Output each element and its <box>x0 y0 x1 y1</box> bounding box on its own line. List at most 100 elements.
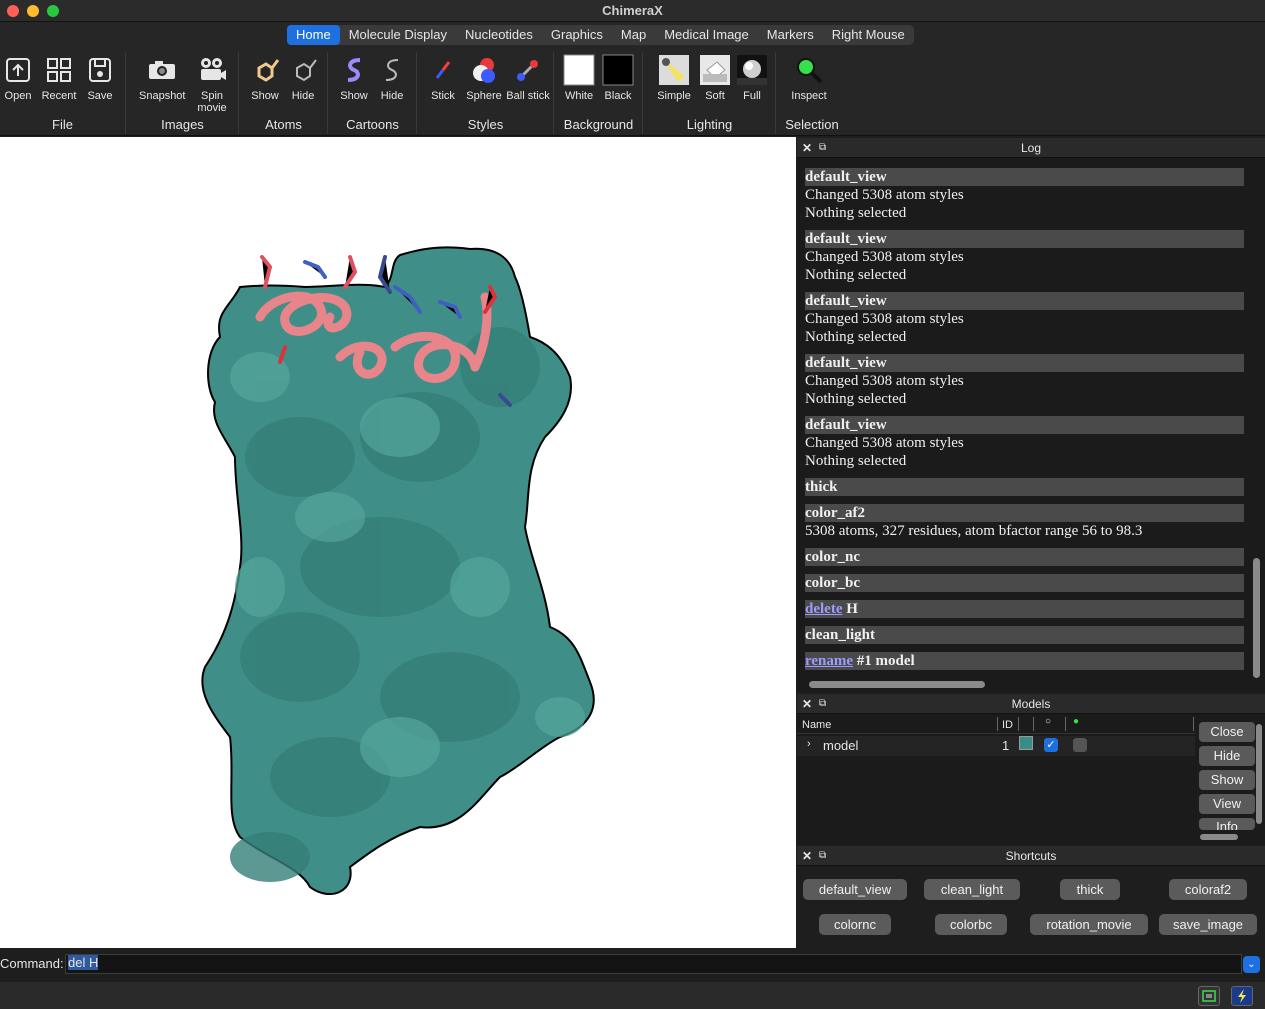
stick-button[interactable]: Stick <box>421 54 465 102</box>
model-select-checkbox[interactable] <box>1073 738 1087 752</box>
shortcut-thick-button[interactable]: thick <box>1060 879 1120 900</box>
open-label: Open <box>4 90 32 102</box>
simple-lighting-button[interactable]: Simple <box>652 54 696 102</box>
shortcuts-panel-header: ✕ ⧉ Shortcuts <box>797 846 1265 866</box>
save-button[interactable]: Save <box>78 54 122 102</box>
log-output-line: Changed 5308 atom styles <box>805 187 964 203</box>
tab-molecule-display[interactable]: Molecule Display <box>340 25 456 45</box>
file-group-label: File <box>52 117 73 132</box>
models-horizontal-scrollbar[interactable] <box>1200 834 1238 840</box>
info-model-button[interactable]: Info <box>1199 818 1255 830</box>
log-command: default_view <box>805 416 1244 434</box>
undock-icon[interactable]: ⧉ <box>819 846 826 866</box>
log-entry: default_view Changed 5308 atom styles Noth… <box>805 292 1244 346</box>
hide-model-button[interactable]: Hide <box>1199 746 1255 766</box>
chevron-right-icon[interactable]: › <box>807 738 811 750</box>
shortcut-coloraf2-button[interactable]: coloraf2 <box>1169 879 1247 900</box>
tab-right-mouse[interactable]: Right Mouse <box>823 25 914 45</box>
log-output-line: Changed 5308 atom styles <box>805 373 964 389</box>
models-panel: Name ID ○ ● › model 1 ✓ Close Hide Show … <box>797 714 1265 845</box>
full-lighting-button[interactable]: Full <box>730 54 774 102</box>
log-vertical-scrollbar[interactable] <box>1253 558 1260 678</box>
status-bar <box>0 982 1265 1009</box>
shortcut-save-image-button[interactable]: save_image <box>1159 914 1257 935</box>
open-button[interactable]: Open <box>0 54 40 102</box>
close-icon[interactable]: ✕ <box>802 138 812 158</box>
model-shown-checkbox[interactable]: ✓ <box>1044 738 1058 752</box>
log-entry: color_bc <box>805 574 1244 592</box>
close-model-button[interactable]: Close <box>1199 722 1255 742</box>
shortcut-clean-light-button[interactable]: clean_light <box>924 879 1020 900</box>
window-title: ChimeraX <box>602 3 663 18</box>
undock-icon[interactable]: ⧉ <box>819 138 826 158</box>
log-entry: clean_light <box>805 626 1244 644</box>
close-icon[interactable]: ✕ <box>802 846 812 866</box>
log-horizontal-scrollbar[interactable] <box>809 681 985 688</box>
movie-camera-icon <box>201 58 226 80</box>
shortcut-default-view-button[interactable]: default_view <box>803 879 907 900</box>
log-panel-header: ✕ ⧉ Log <box>797 138 1265 158</box>
shortcut-colorbc-button[interactable]: colorbc <box>935 914 1007 935</box>
home-toolbar: Open Recent Save File Snapshot Spin movi… <box>0 48 1265 136</box>
model-id: 1 <box>1002 738 1010 753</box>
name-column-header[interactable]: Name <box>802 719 831 731</box>
log-command: color_af2 <box>805 504 1244 522</box>
shortcut-colornc-button[interactable]: colornc <box>819 914 891 935</box>
cartoon-hide-icon <box>385 59 399 81</box>
log-command-link[interactable]: rename <box>805 653 853 669</box>
log-output-line: Nothing selected <box>805 267 907 283</box>
model-row[interactable]: › model 1 ✓ <box>797 736 1195 756</box>
ball-stick-button[interactable]: Ball stick <box>506 54 550 102</box>
graphics-viewport[interactable] <box>0 137 796 948</box>
command-history-dropdown[interactable]: ⌄ <box>1243 956 1260 973</box>
ball-stick-icon <box>517 60 538 81</box>
background-group: White Black Background <box>555 52 643 134</box>
log-command-args: H <box>842 601 858 617</box>
model-color-swatch[interactable] <box>1019 736 1033 750</box>
log-command-link[interactable]: delete <box>805 601 842 617</box>
log-output-line: Nothing selected <box>805 453 907 469</box>
tab-home[interactable]: Home <box>287 25 340 45</box>
selection-inspector-icon[interactable] <box>1198 986 1220 1006</box>
lightning-icon[interactable] <box>1231 986 1253 1006</box>
ball-stick-label: Ball stick <box>506 90 550 102</box>
spin-movie-button[interactable]: Spin movie <box>190 54 234 114</box>
save-label: Save <box>87 90 113 102</box>
full-lighting-icon <box>737 55 767 85</box>
command-input[interactable]: del H <box>65 954 1242 974</box>
shortcut-rotation-movie-button[interactable]: rotation_movie <box>1030 914 1148 935</box>
snapshot-button[interactable]: Snapshot <box>139 54 185 102</box>
tab-nucleotides[interactable]: Nucleotides <box>456 25 542 45</box>
simple-label: Simple <box>657 90 691 102</box>
tab-markers[interactable]: Markers <box>758 25 823 45</box>
log-output-line: Changed 5308 atom styles <box>805 435 964 451</box>
id-column-header[interactable]: ID <box>1002 719 1013 731</box>
black-background-button[interactable]: Black <box>596 54 640 102</box>
view-model-button[interactable]: View <box>1199 794 1255 814</box>
undock-icon[interactable]: ⧉ <box>819 694 826 714</box>
atoms-hide-icon <box>296 59 317 82</box>
log-entry: default_view Changed 5308 atom styles Noth… <box>805 354 1244 408</box>
inspect-button[interactable]: Inspect <box>786 54 832 102</box>
models-vertical-scrollbar[interactable] <box>1256 724 1262 824</box>
cartoons-hide-button[interactable]: Hide <box>370 54 414 102</box>
title-bar: ChimeraX <box>0 0 1265 22</box>
recent-button[interactable]: Recent <box>37 54 81 102</box>
cartoons-group-label: Cartoons <box>346 117 399 132</box>
log-panel[interactable]: default_view Changed 5308 atom styles Noth… <box>797 158 1265 692</box>
log-output-line: Nothing selected <box>805 205 907 221</box>
images-group-label: Images <box>161 117 204 132</box>
stick-label: Stick <box>431 90 455 102</box>
show-model-button[interactable]: Show <box>1199 770 1255 790</box>
atoms-hide-button[interactable]: Hide <box>281 54 325 102</box>
tab-map[interactable]: Map <box>612 25 655 45</box>
atoms-show-icon <box>257 59 280 82</box>
white-background-button[interactable]: White <box>557 54 601 102</box>
white-swatch-icon <box>563 54 595 86</box>
tab-medical-image[interactable]: Medical Image <box>655 25 758 45</box>
log-output-line: Nothing selected <box>805 391 907 407</box>
tab-graphics[interactable]: Graphics <box>542 25 612 45</box>
command-text: del H <box>68 955 99 970</box>
close-icon[interactable]: ✕ <box>802 694 812 714</box>
sphere-button[interactable]: Sphere <box>462 54 506 102</box>
